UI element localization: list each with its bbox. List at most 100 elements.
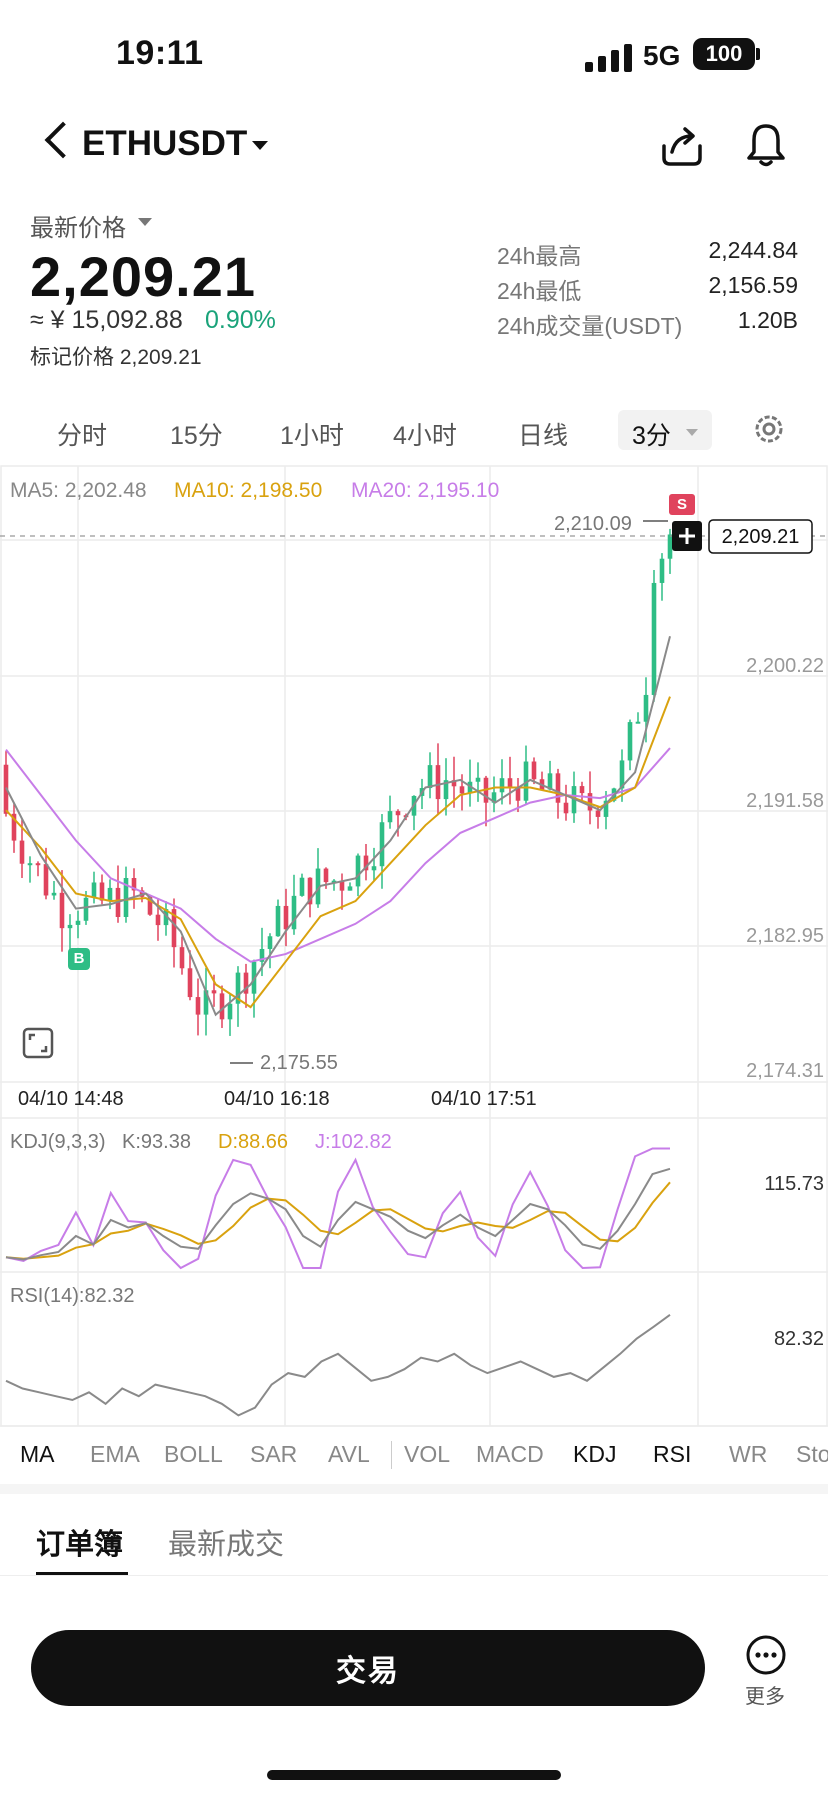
stat-low-value: 2,156.59 [708, 272, 798, 298]
tab-3m-label: 3分 [632, 422, 671, 450]
candle-body [667, 534, 673, 559]
candle-body [291, 895, 297, 930]
kdj-title: KDJ(9,3,3) [10, 1131, 106, 1153]
tab-latest-trades[interactable]: 最新成交 [168, 1521, 284, 1563]
candle-body [475, 777, 481, 782]
section-divider [0, 1484, 828, 1494]
candle-body [563, 802, 569, 814]
stat-volume-value: 1.20B [737, 307, 798, 333]
status-time: 19:11 [116, 34, 204, 72]
candle-body [371, 866, 377, 871]
tab-3m-dropdown-icon [686, 429, 698, 436]
candle-body [347, 886, 353, 891]
candle-body [627, 722, 633, 761]
candle-body [507, 778, 513, 787]
indicator-sar[interactable]: SAR [250, 1441, 297, 1468]
home-indicator [267, 1770, 561, 1780]
candle-body [187, 968, 193, 998]
kdj-k-line [5, 1167, 671, 1261]
indicator-wr[interactable]: WR [729, 1441, 767, 1468]
ma10-label: MA10: 2,198.50 [174, 479, 323, 502]
kdj-j-value: J:102.82 [315, 1131, 392, 1153]
mark-price: 标记价格 2,209.21 [30, 346, 202, 369]
candle-body [499, 778, 505, 793]
latest-price-label[interactable]: 最新价格 [30, 208, 126, 243]
symbol-dropdown-icon[interactable] [252, 141, 268, 150]
bell-icon[interactable] [746, 122, 786, 168]
trade-button[interactable]: 交易 [31, 1630, 705, 1706]
kdj-k-value: K:93.38 [122, 1131, 191, 1153]
rsi-line [5, 1313, 671, 1417]
y-tick-4: 2,174.31 [746, 1060, 824, 1082]
stat-volume-label: 24h成交量(USDT) [497, 313, 683, 339]
kdj-d-value: D:88.66 [218, 1131, 289, 1153]
candle-body [379, 822, 385, 867]
tab-order-book[interactable]: 订单簿 [36, 1521, 123, 1563]
share-icon[interactable] [660, 124, 704, 168]
candle-body [75, 920, 81, 925]
indicator-sto[interactable]: Sto [796, 1441, 828, 1468]
candle-body [179, 947, 185, 969]
gear-icon[interactable] [752, 412, 786, 446]
stat-high-label: 24h最高 [497, 243, 582, 269]
candle-body [395, 811, 401, 816]
network-label: 5G [643, 40, 681, 71]
tab-daily[interactable]: 日线 [518, 416, 568, 452]
indicator-avl[interactable]: AVL [328, 1441, 370, 1468]
candle-body [355, 855, 361, 887]
latest-price-dropdown-icon[interactable] [138, 218, 152, 226]
candle-body [155, 914, 161, 926]
candle-body [275, 905, 281, 937]
candle-body [227, 1003, 233, 1020]
battery-tip [756, 48, 760, 60]
rsi-axis-value: 82.32 [773, 1328, 824, 1350]
candle-body [643, 694, 649, 722]
candle-body [427, 765, 433, 789]
tab-4h[interactable]: 4小时 [393, 416, 457, 452]
indicator-ema[interactable]: EMA [90, 1441, 140, 1468]
kdj-j-line [5, 1147, 670, 1270]
tab-15m[interactable]: 15分 [170, 416, 223, 452]
indicator-vol[interactable]: VOL [404, 1441, 450, 1468]
symbol-title[interactable]: ETHUSDT [82, 124, 247, 164]
battery-icon: 100 [693, 38, 755, 70]
indicator-ma[interactable]: MA [20, 1441, 55, 1468]
candlestick-series [3, 528, 673, 1036]
kdj-axis-value: 115.73 [764, 1173, 824, 1195]
candle-body [35, 863, 41, 866]
candle-body [219, 993, 225, 1020]
candle-body [459, 786, 465, 794]
trade-button-label: 交易 [336, 1655, 400, 1688]
ma20-label: MA20: 2,195.10 [351, 479, 500, 502]
candle-body [195, 997, 201, 1015]
tab-divider [0, 1575, 828, 1576]
candle-body [323, 868, 329, 883]
stat-low-label: 24h最低 [497, 278, 582, 304]
ma5-label: MA5: 2,202.48 [10, 479, 147, 502]
candle-body [595, 810, 601, 817]
candle-body [635, 721, 641, 724]
candle-body [51, 892, 57, 896]
ma5-line [5, 636, 671, 1017]
tab-1h[interactable]: 1小时 [280, 416, 344, 452]
low-marker-value: 2,175.55 [260, 1052, 338, 1074]
candle-body [27, 863, 33, 866]
indicator-boll[interactable]: BOLL [164, 1441, 223, 1468]
back-icon[interactable] [44, 121, 82, 159]
candle-body [107, 887, 113, 901]
kline-chart[interactable] [0, 465, 828, 1427]
expand-icon[interactable] [22, 1027, 54, 1059]
x-tick-3: 04/10 17:51 [431, 1088, 537, 1110]
indicator-macd[interactable]: MACD [476, 1441, 544, 1468]
battery-level: 100 [705, 41, 743, 66]
indicator-rsi[interactable]: RSI [653, 1441, 691, 1468]
indicator-kdj[interactable]: KDJ [573, 1441, 616, 1468]
more-icon[interactable] [745, 1634, 787, 1676]
y-tick-2: 2,191.58 [746, 790, 824, 812]
more-label[interactable]: 更多 [745, 1680, 785, 1709]
tab-timeshare[interactable]: 分时 [57, 416, 107, 452]
y-tick-3: 2,182.95 [746, 925, 824, 947]
candle-body [91, 882, 97, 898]
candle-body [59, 892, 65, 929]
candle-body [587, 793, 593, 811]
